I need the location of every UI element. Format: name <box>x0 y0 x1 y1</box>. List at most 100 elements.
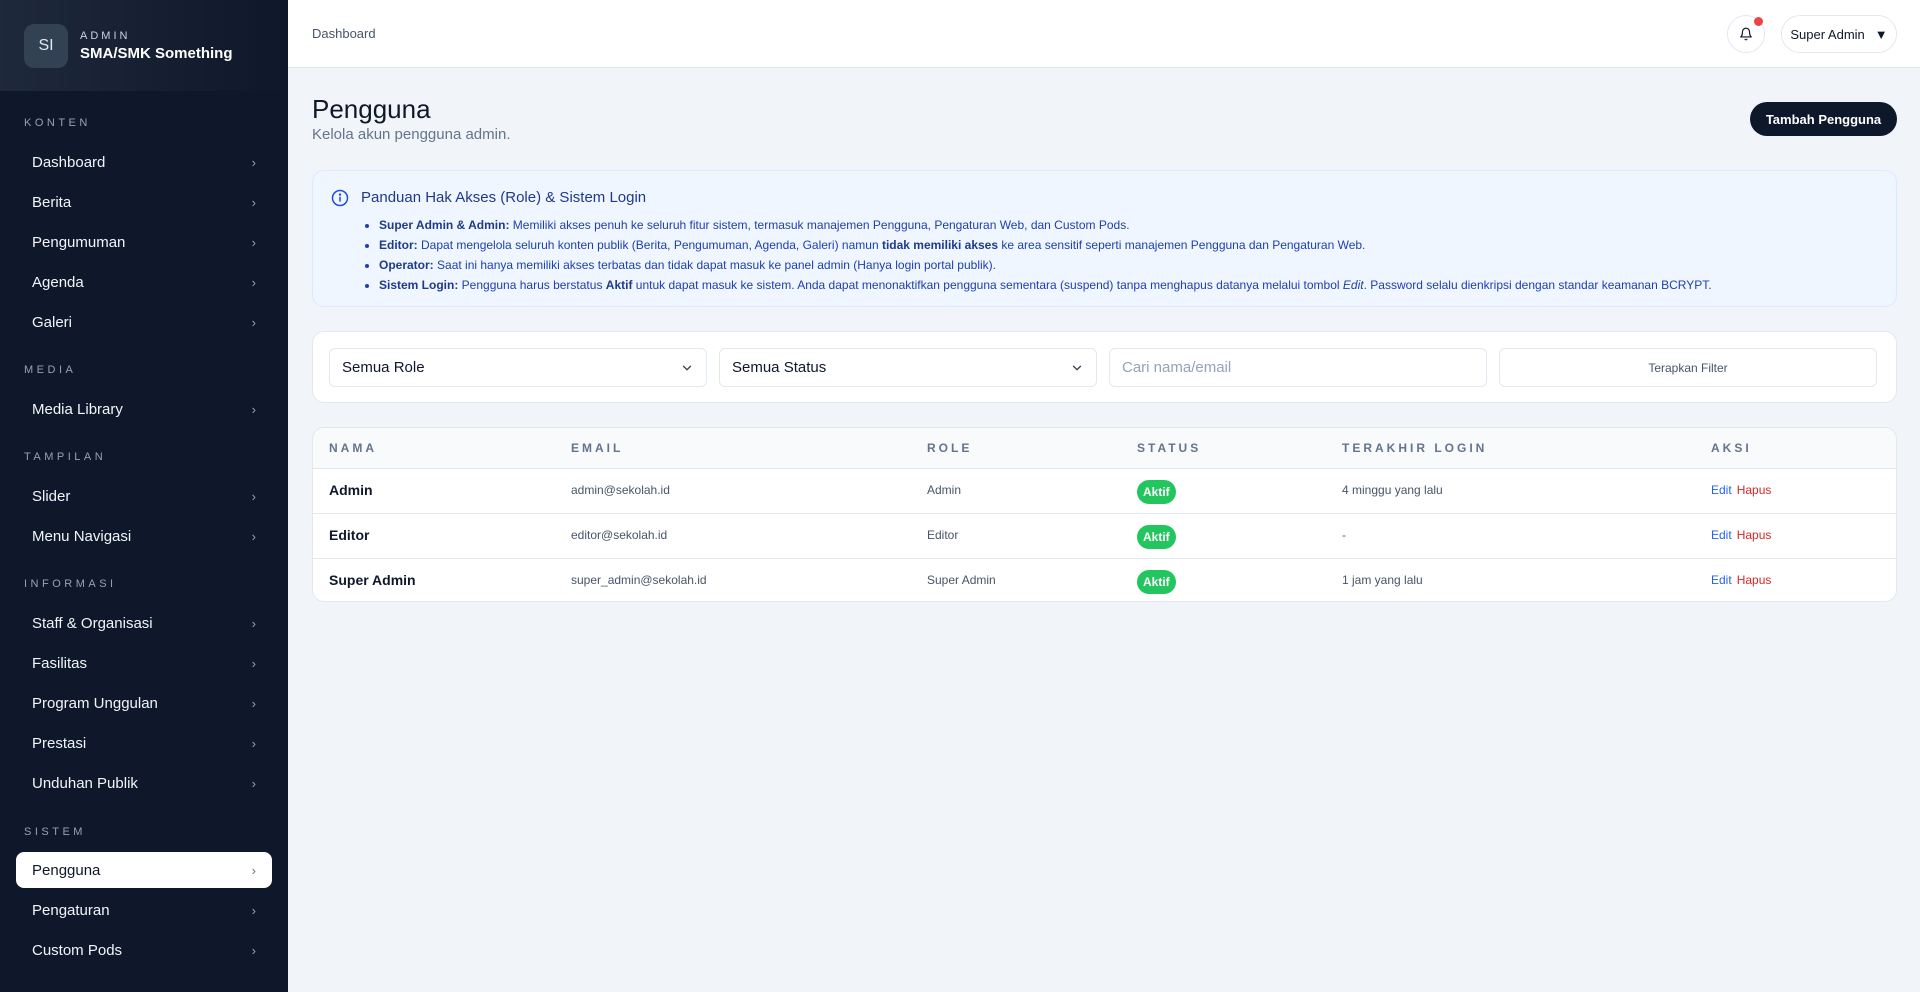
role-select[interactable]: Semua Role <box>329 348 707 387</box>
column-header-status: STATUS <box>1137 441 1202 455</box>
info-item-emphasis: Aktif <box>605 278 633 292</box>
column-header-aksi: AKSI <box>1711 441 1752 455</box>
user-email: admin@sekolah.id <box>571 483 670 497</box>
sidebar-item-menu-navigasi[interactable]: Menu Navigasi › <box>16 518 272 554</box>
info-list: Super Admin & Admin: Memiliki akses penu… <box>379 215 1712 295</box>
sidebar-item-slider[interactable]: Slider › <box>16 478 272 514</box>
user-role: Super Admin <box>927 573 996 587</box>
chevron-right-icon: › <box>251 862 256 878</box>
section-label-media: MEDIA <box>24 364 77 376</box>
sidebar-item-pengumuman[interactable]: Pengumuman › <box>16 224 272 260</box>
info-panel: Panduan Hak Akses (Role) & Sistem Login … <box>312 170 1897 307</box>
status-badge: Aktif <box>1137 570 1176 594</box>
info-item-heading: Sistem Login: <box>379 278 459 292</box>
sidebar-item-label: Program Unggulan <box>32 694 158 712</box>
page-title: Pengguna <box>312 94 431 124</box>
sidebar-item-dashboard[interactable]: Dashboard › <box>16 144 272 180</box>
sidebar-item-label: Prestasi <box>32 734 87 752</box>
sidebar-item-label: Pengumuman <box>32 233 126 251</box>
delete-link[interactable]: Hapus <box>1737 528 1772 542</box>
section-label-konten: KONTEN <box>24 117 91 129</box>
column-header-terakhir-login: TERAKHIR LOGIN <box>1342 441 1488 455</box>
column-header-nama: NAMA <box>329 441 377 455</box>
user-menu-button[interactable]: Super Admin ▼ <box>1781 15 1897 53</box>
chevron-right-icon: › <box>251 154 256 170</box>
info-item-emphasis: tidak memiliki akses <box>881 238 999 252</box>
info-item-italic: Edit <box>1342 278 1364 292</box>
brand-text: ADMIN SMA/SMK Something <box>80 30 233 62</box>
user-name: Admin <box>329 482 373 498</box>
chevron-right-icon: › <box>251 488 256 504</box>
sidebar-item-label: Menu Navigasi <box>32 527 132 545</box>
edit-link[interactable]: Edit <box>1711 483 1732 497</box>
user-email: super_admin@sekolah.id <box>571 573 707 587</box>
breadcrumb[interactable]: Dashboard <box>312 26 376 41</box>
add-user-button[interactable]: Tambah Pengguna <box>1750 102 1897 136</box>
sidebar-item-label: Pengaturan <box>32 901 110 919</box>
brand-school-name: SMA/SMK Something <box>80 44 233 62</box>
sidebar-item-unduhan-publik[interactable]: Unduhan Publik › <box>16 765 272 801</box>
users-table: NAMA EMAIL ROLE STATUS TERAKHIR LOGIN AK… <box>312 427 1897 602</box>
sidebar-item-custom-pods[interactable]: Custom Pods › <box>16 932 272 968</box>
status-select[interactable]: Semua Status <box>719 348 1097 387</box>
chevron-right-icon: › <box>251 274 256 290</box>
sidebar-item-prestasi[interactable]: Prestasi › <box>16 725 272 761</box>
notification-button[interactable] <box>1727 15 1765 53</box>
info-item-text: Memiliki akses penuh ke seluruh fitur si… <box>509 218 1130 232</box>
row-actions: Edit Hapus <box>1711 528 1771 542</box>
sidebar-item-pengaturan[interactable]: Pengaturan › <box>16 892 272 928</box>
info-item-text: Saat ini hanya memiliki akses terbatas d… <box>433 258 996 272</box>
sidebar-item-pengguna[interactable]: Pengguna › <box>16 852 272 888</box>
role-select-value: Semua Role <box>342 359 425 376</box>
column-header-email: EMAIL <box>571 441 624 455</box>
chevron-right-icon: › <box>251 234 256 250</box>
info-item: Sistem Login: Pengguna harus berstatus A… <box>379 275 1712 295</box>
sidebar-item-agenda[interactable]: Agenda › <box>16 264 272 300</box>
sidebar-item-staff-organisasi[interactable]: Staff & Organisasi › <box>16 605 272 641</box>
user-menu-label: Super Admin <box>1790 26 1865 42</box>
edit-link[interactable]: Edit <box>1711 573 1732 587</box>
sidebar-item-label: Media Library <box>32 400 123 418</box>
chevron-right-icon: › <box>251 902 256 918</box>
sidebar-item-label: Dashboard <box>32 153 106 171</box>
chevron-right-icon: › <box>251 695 256 711</box>
edit-link[interactable]: Edit <box>1711 528 1732 542</box>
chevron-down-icon <box>682 365 692 371</box>
chevron-right-icon: › <box>251 528 256 544</box>
apply-filter-button[interactable]: Terapkan Filter <box>1499 348 1877 387</box>
sidebar: SI ADMIN SMA/SMK Something KONTEN Dashbo… <box>0 0 288 992</box>
sidebar-item-berita[interactable]: Berita › <box>16 184 272 220</box>
info-item: Operator: Saat ini hanya memiliki akses … <box>379 255 1712 275</box>
sidebar-item-media-library[interactable]: Media Library › <box>16 391 272 427</box>
section-label-informasi: INFORMASI <box>24 578 117 590</box>
info-item-text: ke area sensitif seperti manajemen Pengg… <box>998 238 1366 252</box>
sidebar-item-fasilitas[interactable]: Fasilitas › <box>16 645 272 681</box>
sidebar-item-program-unggulan[interactable]: Program Unggulan › <box>16 685 272 721</box>
sidebar-item-label: Slider <box>32 487 71 505</box>
chevron-right-icon: › <box>251 942 256 958</box>
chevron-right-icon: › <box>251 194 256 210</box>
search-input[interactable]: Cari nama/email <box>1109 348 1487 387</box>
page-subtitle: Kelola akun pengguna admin. <box>312 126 511 143</box>
sidebar-item-label: Fasilitas <box>32 654 88 672</box>
info-item-text: Dapat mengelola seluruh konten publik (B… <box>417 238 882 252</box>
sidebar-item-label: Unduhan Publik <box>32 774 138 792</box>
sidebar-item-label: Berita <box>32 193 72 211</box>
brand: SI ADMIN SMA/SMK Something <box>0 0 288 91</box>
user-email: editor@sekolah.id <box>571 528 668 542</box>
delete-link[interactable]: Hapus <box>1737 483 1772 497</box>
info-title: Panduan Hak Akses (Role) & Sistem Login <box>361 189 647 206</box>
info-item-heading: Super Admin & Admin: <box>379 218 510 232</box>
status-select-value: Semua Status <box>732 359 827 376</box>
chevron-right-icon: › <box>251 735 256 751</box>
table-row: Super Admin super_admin@sekolah.id Super… <box>313 558 1896 601</box>
status-badge: Aktif <box>1137 480 1176 504</box>
sidebar-item-label: Pengguna <box>32 861 101 879</box>
topbar: Dashboard Super Admin ▼ <box>288 0 1920 68</box>
info-item-heading: Operator: <box>379 258 434 272</box>
info-item-heading: Editor: <box>379 238 418 252</box>
user-last-login: 4 minggu yang lalu <box>1342 483 1443 497</box>
sidebar-item-galeri[interactable]: Galeri › <box>16 304 272 340</box>
info-item: Editor: Dapat mengelola seluruh konten p… <box>379 235 1712 255</box>
delete-link[interactable]: Hapus <box>1737 573 1772 587</box>
